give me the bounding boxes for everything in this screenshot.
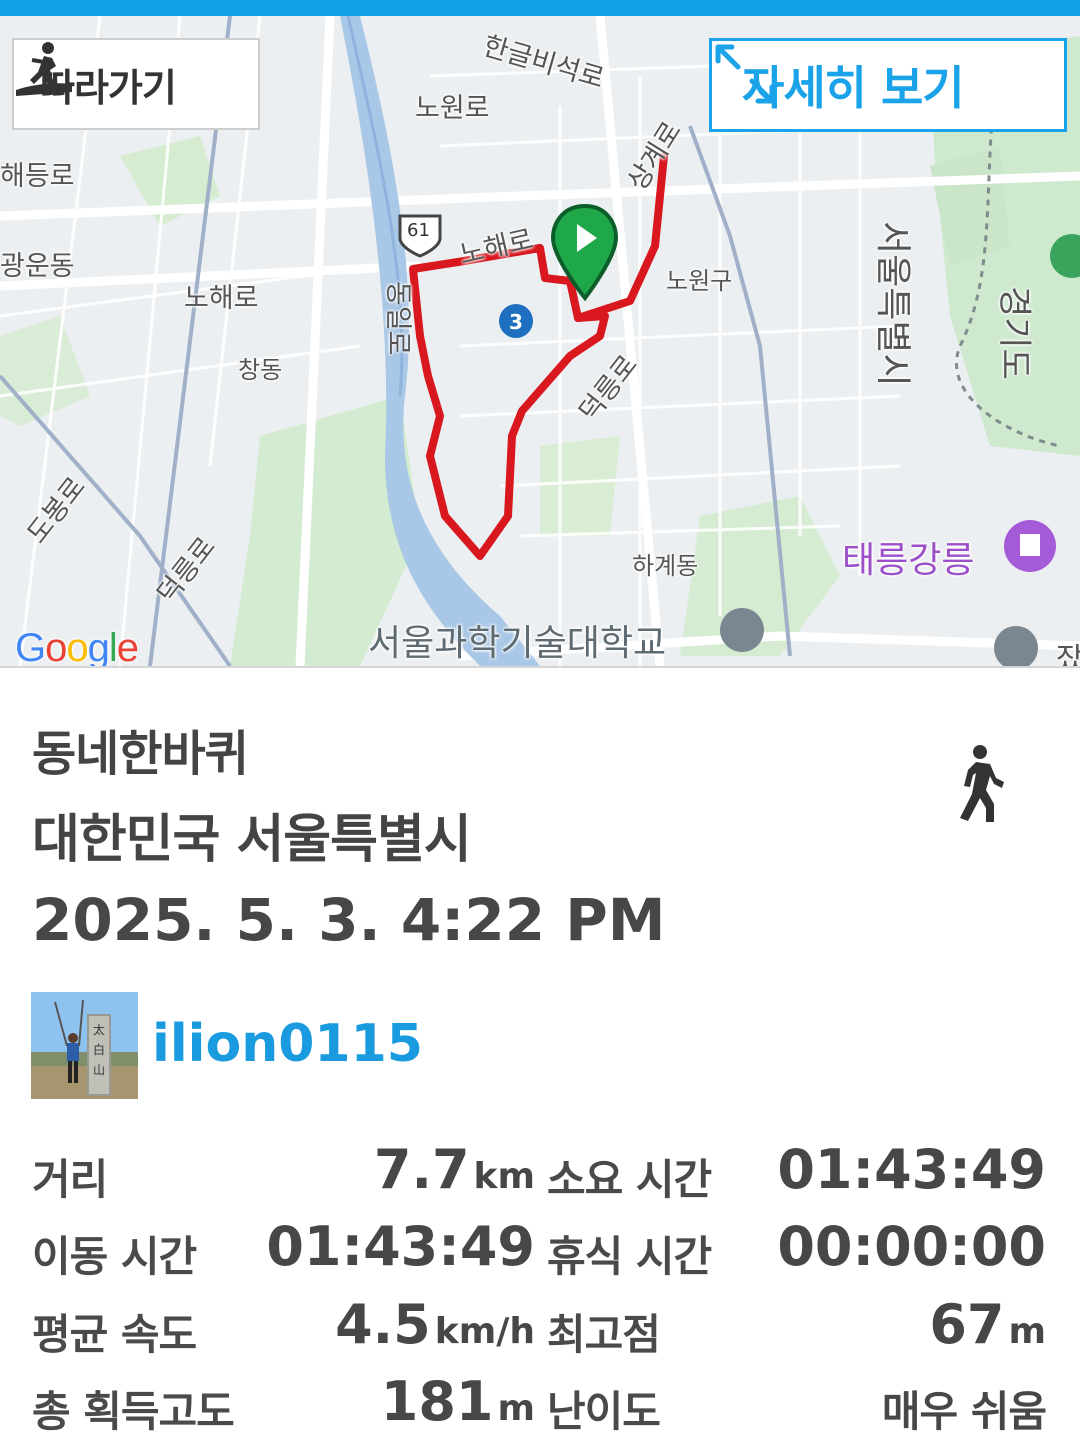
map-label-seoultech: 서울과학기술대학교 <box>368 623 667 664</box>
follow-button[interactable]: 따라가기 <box>12 38 260 130</box>
total-time-label: 소요 시간 <box>547 1155 712 1204</box>
rest-time-number: 00:00:00 <box>777 1215 1046 1278</box>
max-alt-number: 67 <box>929 1293 1005 1356</box>
total-ascent-value: 181 m <box>381 1370 535 1433</box>
max-alt-label: 최고점 <box>547 1310 661 1359</box>
total-time-number: 01:43:49 <box>777 1138 1046 1201</box>
distance-number: 7.7 <box>373 1138 470 1201</box>
stats-row-speed: 평균 속도 4.5 km/h 최고점 67 m <box>0 1293 1080 1363</box>
map-label-gyeonggi: 경기도 <box>994 286 1034 380</box>
total-time-value: 01:43:49 <box>777 1138 1046 1201</box>
top-accent-bar <box>0 0 1080 16</box>
total-ascent-label: 총 획득고도 <box>32 1387 235 1436</box>
difficulty-value: 매우 쉬움 <box>881 1378 1047 1439</box>
rest-time-label: 휴식 시간 <box>547 1232 712 1281</box>
map-label-taereung: 태릉강릉 <box>842 540 975 581</box>
walking-person-icon <box>950 744 1004 828</box>
map-label-subway-3: 3 <box>509 310 523 334</box>
svg-text:太: 太 <box>93 1022 105 1037</box>
avg-speed-value: 4.5 km/h <box>335 1293 535 1356</box>
map-label-nohae-ro-west: 노해로 <box>184 283 259 314</box>
view-detail-button[interactable]: 자세히 보기 <box>709 38 1067 132</box>
avg-speed-number: 4.5 <box>335 1293 431 1356</box>
max-alt-value: 67 m <box>929 1293 1046 1356</box>
map-label-edge: 잤 <box>1056 634 1080 666</box>
svg-text:山: 山 <box>93 1063 105 1077</box>
map-label-chang-dong: 창동 <box>238 356 283 384</box>
avatar[interactable]: 太 白 山 <box>31 992 138 1099</box>
rest-time-value: 00:00:00 <box>777 1215 1046 1278</box>
map-label-nowon-ro: 노원로 <box>415 93 490 124</box>
distance-value: 7.7 km <box>374 1138 535 1201</box>
total-ascent-unit: m <box>497 1388 535 1429</box>
distance-unit: km <box>473 1156 535 1197</box>
total-ascent-number: 181 <box>380 1370 494 1433</box>
moving-time-number: 01:43:49 <box>266 1215 535 1278</box>
route-location: 대한민국 서울특별시 <box>32 810 472 870</box>
stats-row-moving: 이동 시간 01:43:49 휴식 시간 00:00:00 <box>0 1215 1080 1285</box>
max-alt-unit: m <box>1008 1311 1046 1352</box>
moving-time-label: 이동 시간 <box>32 1232 197 1281</box>
distance-label: 거리 <box>32 1155 108 1204</box>
route-title: 동네한바퀴 <box>32 726 249 782</box>
svg-text:白: 白 <box>93 1042 105 1057</box>
map-label-gwangun-dong: 광운동 <box>0 251 75 282</box>
map-label-nowon-gu: 노원구 <box>666 267 733 295</box>
map-label-haedeung-ro: 해등로 <box>0 161 75 192</box>
map-label-hagye-dong: 하계동 <box>632 552 699 580</box>
route-map[interactable]: 한글비석로 노원로 상계로 해등로 노해로 노해로 광운동 창동 61 동일로 … <box>0 16 1080 668</box>
avg-speed-label: 평균 속도 <box>32 1310 197 1359</box>
username-link[interactable]: ilion0115 <box>152 1014 423 1074</box>
stats-row-distance: 거리 7.7 km 소요 시간 01:43:49 <box>0 1138 1080 1208</box>
difficulty-text: 매우 쉬움 <box>881 1387 1047 1436</box>
difficulty-label: 난이도 <box>547 1387 661 1436</box>
google-logo: Google <box>15 626 139 668</box>
map-label-dongil-ro: 동일로 <box>382 281 413 356</box>
moving-time-value: 01:43:49 <box>266 1215 535 1278</box>
stats-row-ascent: 총 획득고도 181 m 난이도 매우 쉬움 <box>0 1370 1080 1440</box>
route-datetime: 2025. 5. 3. 4:22 PM <box>32 886 666 954</box>
map-label-route-61: 61 <box>407 220 430 241</box>
avg-speed-unit: km/h <box>434 1311 535 1352</box>
map-label-seoul: 서울특별시 <box>872 221 913 387</box>
